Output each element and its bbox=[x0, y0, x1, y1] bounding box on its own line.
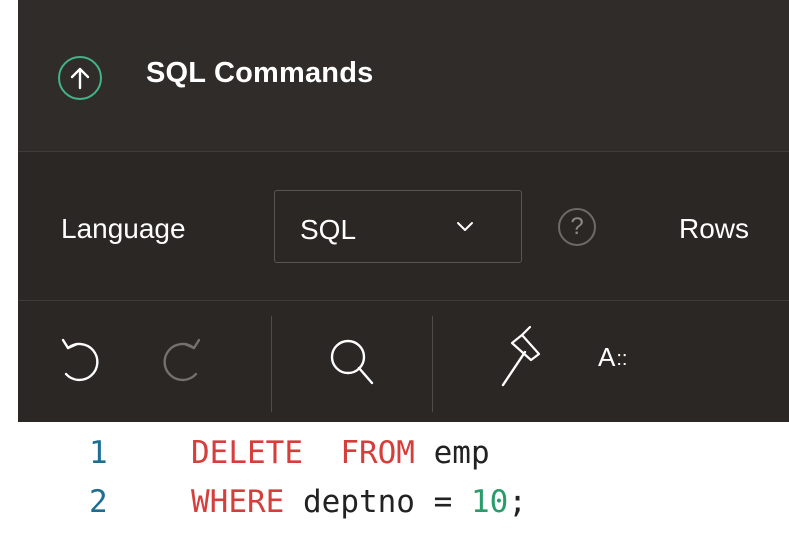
text-format-suffix: :: bbox=[616, 348, 628, 370]
language-label: Language bbox=[61, 213, 186, 244]
line-number: 1 bbox=[89, 435, 108, 471]
undo-button[interactable] bbox=[53, 301, 105, 422]
redo-icon bbox=[163, 338, 201, 382]
hammer-icon bbox=[501, 325, 541, 387]
code-line: 2 WHERE deptno = 10; bbox=[0, 484, 789, 532]
toolbar-divider bbox=[432, 316, 433, 412]
title-bar: SQL Commands bbox=[18, 0, 789, 152]
sql-commands-screen: SQL Commands Language SQL ? Rows A:: 1 D… bbox=[0, 0, 789, 534]
statement-terminator: ; bbox=[508, 484, 527, 520]
code-line: 1 DELETE FROM emp bbox=[0, 435, 789, 483]
left-white-margin bbox=[0, 0, 18, 422]
search-button[interactable] bbox=[324, 301, 380, 422]
code-text[interactable]: DELETE FROM emp bbox=[191, 435, 490, 471]
sql-keyword: DELETE bbox=[191, 435, 303, 471]
language-toolbar: Language SQL ? Rows bbox=[18, 152, 789, 301]
code-text[interactable]: WHERE deptno = 10; bbox=[191, 484, 527, 520]
undo-icon bbox=[61, 338, 99, 382]
chevron-down-icon bbox=[456, 220, 474, 238]
numeric-literal: 10 bbox=[470, 484, 509, 520]
redo-button[interactable] bbox=[157, 301, 209, 422]
line-number: 2 bbox=[89, 484, 108, 520]
editor-toolbar: A:: bbox=[18, 301, 789, 422]
sql-commands-panel: SQL Commands Language SQL ? Rows A:: bbox=[18, 0, 789, 422]
build-button[interactable] bbox=[487, 301, 549, 422]
language-select[interactable]: SQL bbox=[274, 190, 522, 263]
toolbar-divider bbox=[271, 316, 272, 412]
upload-arrow-circle-icon bbox=[58, 56, 102, 100]
sql-keyword: FROM bbox=[340, 435, 415, 471]
rows-label: Rows bbox=[679, 213, 750, 244]
text-format-icon: A bbox=[598, 342, 616, 372]
help-circle-icon[interactable]: ? bbox=[558, 208, 596, 246]
search-icon bbox=[330, 339, 374, 385]
code-identifier: emp bbox=[414, 435, 490, 471]
sql-editor[interactable]: 1 DELETE FROM emp 2 WHERE deptno = 10; bbox=[0, 422, 789, 534]
code-expression: deptno = bbox=[284, 484, 471, 520]
text-format-button[interactable]: A:: bbox=[598, 342, 627, 373]
language-select-value: SQL bbox=[300, 214, 357, 245]
page-title: SQL Commands bbox=[146, 57, 374, 89]
sql-keyword: WHERE bbox=[191, 484, 285, 520]
